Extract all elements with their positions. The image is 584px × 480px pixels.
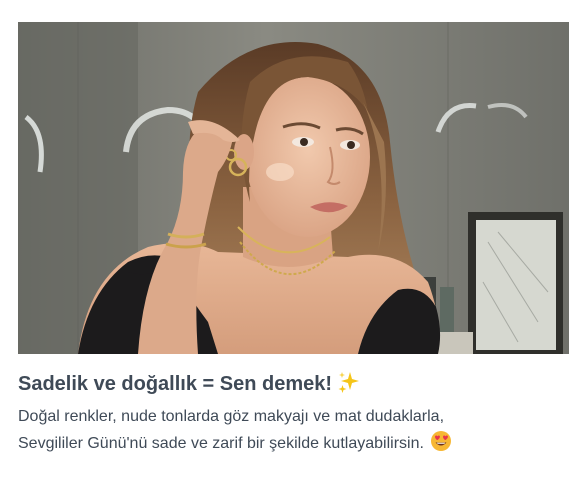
description-line-1: Doğal renkler, nude tonlarda göz makyajı…	[18, 408, 445, 425]
woman-portrait-image	[18, 22, 569, 354]
article-text: Sadelik ve doğallık = Sen demek! Doğal r…	[18, 371, 569, 461]
article-title[interactable]: Sadelik ve doğallık = Sen demek!	[18, 371, 569, 400]
description-line-2: Sevgililer Günü'nü sade ve zarif bir şek…	[18, 435, 424, 452]
article-description: Doğal renkler, nude tonlarda göz makyajı…	[18, 403, 569, 461]
article-card[interactable]: Sadelik ve doğallık = Sen demek! Doğal r…	[0, 0, 584, 480]
article-photo[interactable]	[18, 22, 569, 354]
sparkles-icon	[338, 371, 360, 400]
article-title-text: Sadelik ve doğallık = Sen demek!	[18, 373, 333, 395]
heart-eyes-emoji-icon	[430, 430, 452, 461]
